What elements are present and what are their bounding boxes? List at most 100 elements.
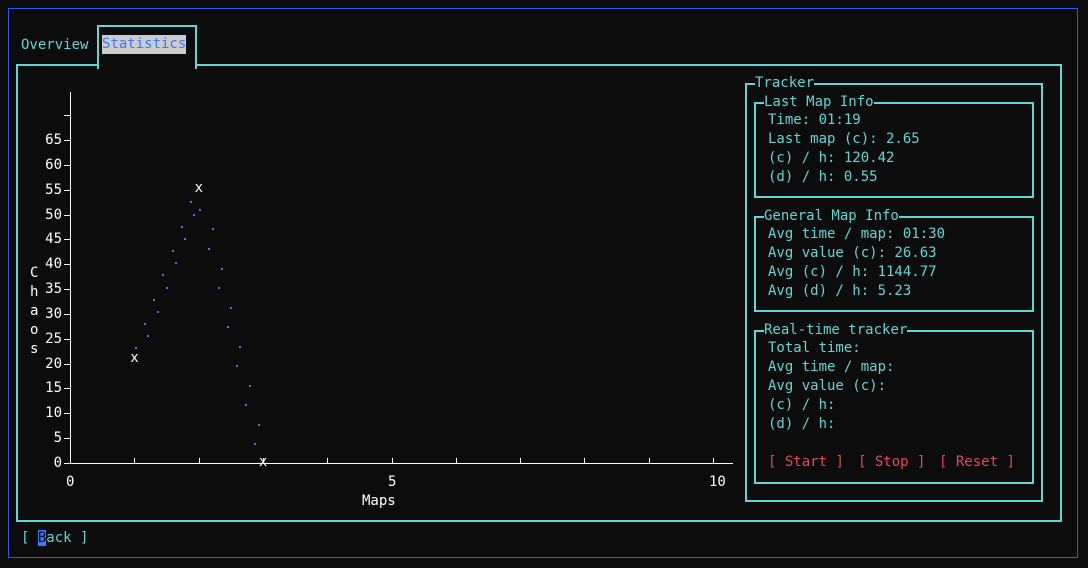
stop-close: ] xyxy=(908,454,926,470)
y-axis-line xyxy=(70,92,71,463)
line-dot xyxy=(153,298,156,301)
x-tick xyxy=(520,458,521,463)
back-button[interactable]: [ Back ] xyxy=(21,529,88,548)
line-dot xyxy=(226,326,229,329)
y-tick xyxy=(64,239,70,240)
line-dot xyxy=(211,228,214,231)
y-axis-label-char: C xyxy=(30,265,39,281)
start-open: [ xyxy=(768,454,785,470)
x-tick xyxy=(713,458,714,463)
line-dot xyxy=(147,335,150,338)
x-tick xyxy=(649,458,650,463)
y-axis-label: Chaos xyxy=(30,264,40,359)
last-map-title: Last Map Info xyxy=(764,93,874,112)
chaos-chart: 0 5 10 15 20 25 30 35 40 45 50 55 60 65 0 5 10 x x x xyxy=(20,80,740,520)
last-map-value: Last map (c): 2.65 xyxy=(768,131,920,147)
line-dot xyxy=(162,274,165,277)
y-tick-label: 5 xyxy=(53,430,62,446)
line-dot xyxy=(175,262,178,265)
x-axis-line xyxy=(70,463,733,464)
line-dot xyxy=(257,423,260,426)
tab-statistics[interactable]: Statistics xyxy=(102,35,187,54)
y-tick xyxy=(64,165,70,166)
y-tick xyxy=(64,190,70,191)
y-tick-label: 45 xyxy=(45,231,62,247)
y-tick xyxy=(64,413,70,414)
rt-d-per-hour: (d) / h: xyxy=(768,416,836,432)
avg-c-per-hour: Avg (c) / h: 1144.77 xyxy=(768,264,937,280)
realtime-title: Real-time tracker xyxy=(764,321,908,340)
y-tick-label: 50 xyxy=(45,207,62,223)
y-tick xyxy=(64,264,70,265)
y-axis-label-char: a xyxy=(30,303,39,319)
line-dot xyxy=(208,247,211,250)
line-dot xyxy=(144,323,147,326)
data-point: x xyxy=(258,454,268,470)
line-dot xyxy=(156,310,159,313)
y-tick xyxy=(64,115,70,116)
avg-time-per-map: Avg time / map: 01:30 xyxy=(768,226,946,242)
data-point: x xyxy=(130,350,139,367)
line-dot xyxy=(248,384,251,387)
line-dot xyxy=(180,225,183,228)
reset-close: ] xyxy=(998,454,1015,470)
x-tick xyxy=(456,458,457,463)
x-tick xyxy=(134,458,135,463)
y-tick xyxy=(64,339,70,340)
x-tick-label: 5 xyxy=(388,474,397,490)
tracker-title: Tracker xyxy=(755,74,815,93)
line-dot xyxy=(217,287,220,290)
line-dot xyxy=(193,213,196,216)
tab-overview[interactable]: Overview xyxy=(21,36,88,55)
line-dot xyxy=(254,443,257,446)
rt-total-time: Total time: xyxy=(768,340,861,356)
start-close: ] xyxy=(827,454,844,470)
y-tick xyxy=(64,438,70,439)
x-tick xyxy=(584,458,585,463)
back-close: ] xyxy=(71,530,89,546)
stop-button[interactable]: [ Stop ] xyxy=(858,453,925,472)
tab-gap xyxy=(99,62,195,66)
line-dot xyxy=(239,345,242,348)
y-tick xyxy=(64,463,70,464)
line-dot xyxy=(171,250,174,253)
last-map-d-per-hour: (d) / h: 0.55 xyxy=(768,169,878,185)
start-button[interactable]: [ Start ] xyxy=(768,453,844,472)
stop-rest: top xyxy=(883,454,909,470)
rt-c-per-hour: (c) / h: xyxy=(768,397,836,413)
back-rest: ack xyxy=(46,530,72,546)
line-dot xyxy=(184,237,187,240)
y-axis-label-char: o xyxy=(30,322,39,338)
y-tick xyxy=(64,289,70,290)
line-dot xyxy=(220,267,223,270)
rt-avg-value: Avg value (c): xyxy=(768,378,887,394)
x-tick xyxy=(392,458,393,463)
reset-open: [ xyxy=(939,454,956,470)
line-dot xyxy=(199,208,202,211)
y-axis-label-char: s xyxy=(30,341,39,357)
y-tick xyxy=(64,314,70,315)
x-tick-label: 10 xyxy=(709,474,726,490)
back-open: [ xyxy=(21,530,38,546)
y-tick-label: 10 xyxy=(45,405,62,421)
last-map-time: Time: 01:19 xyxy=(768,112,861,128)
x-axis-label: Maps xyxy=(362,493,396,509)
line-dot xyxy=(245,404,248,407)
y-tick xyxy=(64,215,70,216)
y-tick xyxy=(64,388,70,389)
data-point: x xyxy=(194,180,204,197)
y-tick xyxy=(64,140,70,141)
y-axis-label-char: h xyxy=(30,284,39,300)
y-tick-label: 55 xyxy=(45,182,62,198)
y-tick-label: 15 xyxy=(45,380,62,396)
y-tick-label: 0 xyxy=(53,455,62,471)
general-map-title: General Map Info xyxy=(764,207,899,226)
reset-rest: eset xyxy=(964,454,999,470)
reset-button[interactable]: [ Reset ] xyxy=(939,453,1015,472)
line-dot xyxy=(190,201,192,204)
x-tick xyxy=(199,458,200,463)
avg-value: Avg value (c): 26.63 xyxy=(768,245,937,261)
line-dot xyxy=(235,365,238,368)
y-tick-label: 65 xyxy=(45,132,62,148)
line-dot xyxy=(165,286,168,289)
